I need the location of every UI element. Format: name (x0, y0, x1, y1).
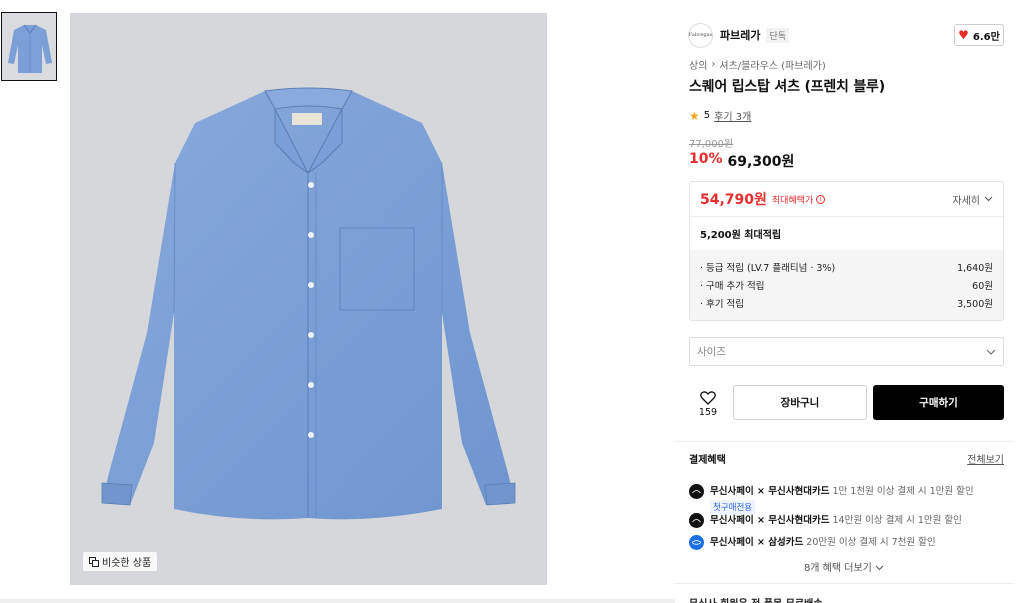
payment-benefit-desc: 14만원 이상 결제 시 1만원 할인 (829, 515, 962, 526)
points-line-value: 3,500원 (957, 299, 993, 310)
payment-benefit-header: 결제혜택 전체보기 (689, 451, 1004, 466)
brand-logo[interactable]: Fabregas (688, 22, 713, 48)
points-total: 5,200원 최대적립 (700, 230, 782, 241)
breadcrumb-item[interactable]: 셔츠/블라우스 (파브레가) (719, 57, 825, 72)
points-line-label: · 구매 추가 적립 (700, 281, 765, 292)
wishlist-count: 159 (698, 406, 718, 418)
product-main-image: 비슷한 상품 (70, 13, 547, 585)
payment-benefit-desc: 20만원 이상 결제 시 7천원 할인 (803, 537, 936, 548)
max-benefit-label: 최대혜택가 (771, 195, 814, 206)
price-row: 10% 69,300원 (689, 151, 794, 171)
breadcrumb-item[interactable]: 상의 (689, 57, 707, 72)
max-benefit-box: 54,790원 최대혜택가 i 자세히 5,200원 최대적립 · 등급 적립 … (689, 181, 1004, 321)
payment-benefit-desc: 1만 1천원 이상 결제 시 1만원 할인 (829, 486, 974, 497)
payment-benefit-item: 무신사페이 × 삼성카드 20만원 이상 결제 시 7천원 할인 (689, 534, 1004, 550)
more-benefits-label: 8개 혜택 더보기 (803, 563, 872, 574)
wishlist-button[interactable]: 159 (689, 386, 727, 422)
payment-benefit-text: 무신사페이 × 무신사현대카드 1만 1천원 이상 결제 시 1만원 할인 첫구… (710, 483, 974, 514)
shirt-thumbnail-image (2, 13, 56, 80)
payment-benefit-item: 무신사페이 × 무신사현대카드 1만 1천원 이상 결제 시 1만원 할인 첫구… (689, 483, 1004, 514)
payment-benefit-text: 무신사페이 × 삼성카드 20만원 이상 결제 시 7천원 할인 (710, 534, 936, 548)
points-line: · 구매 추가 적립 60원 (700, 276, 993, 294)
info-icon[interactable]: i (816, 194, 826, 204)
musinsa-pay-icon (689, 484, 704, 499)
payment-benefit-title: 무신사페이 × 삼성카드 (710, 537, 804, 548)
divider (675, 441, 1013, 442)
payment-benefit-text: 무신사페이 × 무신사현대카드 14만원 이상 결제 시 1만원 할인 (710, 512, 962, 526)
payment-benefit-heading: 결제혜택 (689, 455, 726, 466)
copy-icon (89, 556, 99, 567)
discount-rate: 10% (689, 151, 723, 167)
payment-view-all-link[interactable]: 전체보기 (967, 451, 1004, 466)
points-line-label: · 후기 적립 (700, 299, 745, 310)
points-line: · 등급 적립 (LV.7 플래티넘 · 3%) 1,640원 (700, 258, 993, 276)
points-breakdown: · 등급 적립 (LV.7 플래티넘 · 3%) 1,640원 · 구매 추가 … (690, 250, 1003, 320)
star-icon: ★ (689, 108, 700, 123)
samsung-card-icon (689, 535, 704, 550)
add-to-cart-button[interactable]: 장바구니 (733, 385, 867, 420)
size-select[interactable]: 사이즈 (689, 337, 1004, 366)
chevron-down-icon (984, 196, 993, 202)
size-select-placeholder: 사이즈 (697, 346, 726, 358)
similar-products-button[interactable]: 비슷한 상품 (83, 552, 158, 571)
benefit-detail-label: 자세히 (952, 195, 980, 207)
free-shipping-notice: 무신사 회원은 전 품목 무료배송 (689, 595, 823, 603)
payment-benefit-title: 무신사페이 × 무신사현대카드 (710, 515, 830, 526)
payment-benefit-item: 무신사페이 × 무신사현대카드 14만원 이상 결제 시 1만원 할인 (689, 512, 1004, 528)
brand-like-button[interactable]: ♥ 6.6만 (954, 24, 1004, 46)
points-line: · 후기 적립 3,500원 (700, 294, 993, 312)
max-benefit-header: 54,790원 최대혜택가 i 자세히 (690, 182, 1003, 217)
divider (675, 583, 1013, 584)
payment-benefit-title: 무신사페이 × 무신사현대카드 (710, 486, 830, 497)
thumbnail-shirt[interactable] (1, 12, 57, 81)
heart-outline-icon (700, 390, 716, 405)
chevron-down-icon (986, 349, 996, 355)
product-title: 스퀘어 립스탑 셔츠 (프렌치 블루) (689, 79, 885, 95)
max-benefit-price: 54,790원 (700, 192, 767, 208)
chevron-right-icon: › (711, 59, 716, 70)
sale-price: 69,300원 (727, 154, 795, 170)
points-line-value: 1,640원 (957, 263, 993, 274)
breadcrumb: 상의 › 셔츠/블라우스 (파브레가) (689, 57, 826, 72)
benefit-detail-toggle[interactable]: 자세히 (952, 192, 993, 207)
brand-name[interactable]: 파브레가 (720, 27, 760, 43)
original-price: 77,000원 (689, 139, 734, 150)
product-info-panel: Fabregas 파브레가 단독 ♥ 6.6만 상의 › 셔츠/블라우스 (파브… (675, 13, 1013, 603)
brand-row: Fabregas 파브레가 단독 ♥ 6.6만 (688, 22, 1004, 48)
shirt-image (70, 13, 547, 585)
reviews-link[interactable]: 후기 3개 (714, 108, 751, 123)
musinsa-pay-icon (689, 513, 704, 528)
brand-like-count: 6.6만 (972, 31, 1000, 43)
rating-value: 5 (703, 110, 711, 121)
more-benefits-button[interactable]: 8개 혜택 더보기 (675, 559, 1013, 574)
exclusive-badge: 단독 (766, 27, 790, 43)
rating-row: ★ 5 후기 3개 (689, 108, 751, 124)
buy-now-button[interactable]: 구매하기 (873, 385, 1004, 420)
horizontal-scrollbar[interactable] (0, 599, 675, 603)
heart-filled-icon: ♥ (958, 28, 969, 42)
chevron-down-icon (875, 565, 884, 571)
points-line-value: 60원 (972, 281, 993, 292)
similar-products-label: 비슷한 상품 (102, 558, 152, 569)
points-line-label: · 등급 적립 (LV.7 플래티넘 · 3%) (700, 263, 836, 274)
